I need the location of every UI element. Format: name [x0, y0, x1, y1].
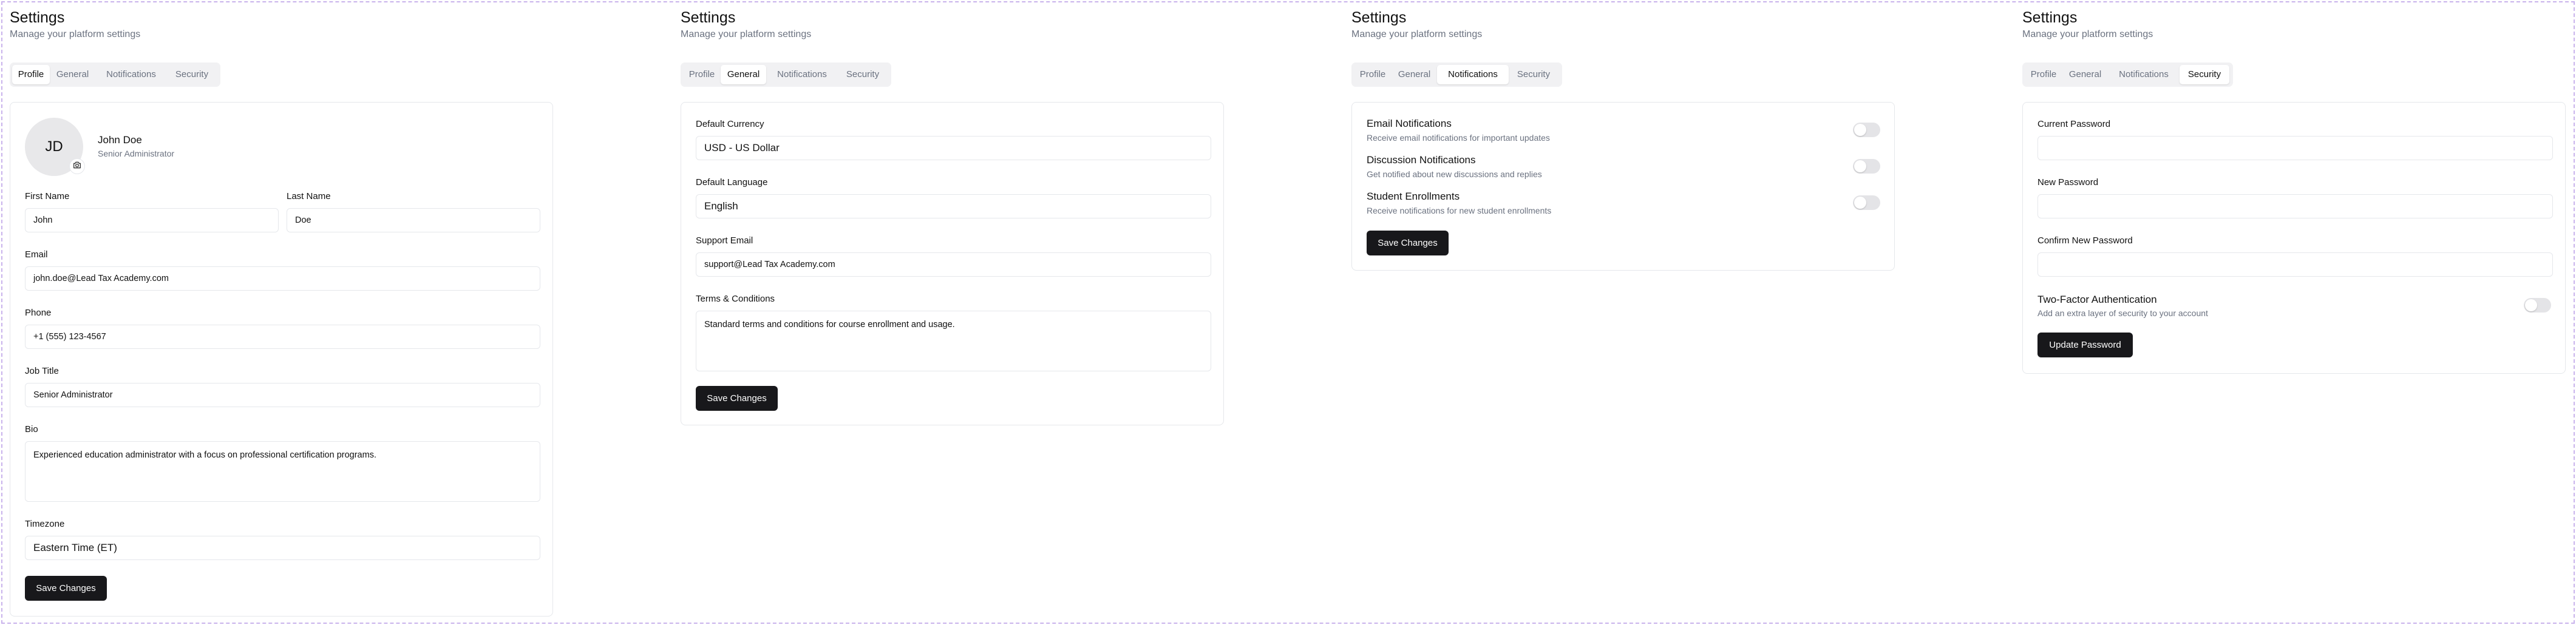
- page-subtitle: Manage your platform settings: [681, 29, 812, 39]
- new-password-field[interactable]: [2037, 194, 2553, 218]
- support-email-field[interactable]: support@Lead Tax Academy.com: [696, 252, 1211, 277]
- first-name-field[interactable]: John: [25, 208, 279, 232]
- email-notifications-toggle[interactable]: [1853, 123, 1880, 137]
- toggle-knob: [2525, 299, 2537, 311]
- first-name-label: First Name: [25, 191, 70, 201]
- tab-general[interactable]: General: [721, 65, 766, 84]
- avatar-upload-button[interactable]: [69, 158, 85, 174]
- tab-profile[interactable]: Profile: [12, 65, 50, 84]
- settings-tabs: Profile General Notifications Security: [2022, 62, 2233, 87]
- discussion-notifications-toggle[interactable]: [1853, 159, 1880, 174]
- timezone-label: Timezone: [25, 519, 65, 529]
- tab-security[interactable]: Security: [167, 65, 217, 84]
- terms-label: Terms & Conditions: [696, 294, 775, 304]
- settings-panel-general: Settings Manage your platform settings P…: [671, 0, 1314, 625]
- tab-security[interactable]: Security: [1509, 65, 1558, 84]
- email-notifications-title: Email Notifications: [1367, 118, 1452, 129]
- settings-panel-profile: Settings Manage your platform settings P…: [0, 0, 644, 625]
- profile-card: JD John Doe Senior Administrator First N…: [10, 102, 553, 617]
- tab-notifications[interactable]: Notifications: [1437, 65, 1509, 84]
- toggle-knob: [1854, 124, 1866, 136]
- profile-name: John Doe: [98, 134, 142, 146]
- tab-notifications[interactable]: Notifications: [2108, 65, 2180, 84]
- bio-textarea[interactable]: Experienced education administrator with…: [25, 441, 540, 502]
- default-currency-label: Default Currency: [696, 119, 764, 129]
- page-title: Settings: [10, 9, 65, 26]
- current-password-label: Current Password: [2037, 119, 2111, 129]
- support-email-label: Support Email: [696, 235, 753, 246]
- profile-role: Senior Administrator: [98, 149, 175, 158]
- settings-panel-notifications: Settings Manage your platform settings P…: [1342, 0, 1985, 625]
- page-title: Settings: [2022, 9, 2078, 26]
- save-changes-button[interactable]: Save Changes: [1367, 231, 1449, 255]
- page-subtitle: Manage your platform settings: [2022, 29, 2153, 39]
- tab-profile[interactable]: Profile: [1354, 65, 1392, 84]
- save-changes-button[interactable]: Save Changes: [25, 576, 107, 601]
- settings-tabs: Profile General Notifications Security: [1351, 62, 1562, 87]
- bio-label: Bio: [25, 424, 38, 434]
- student-enrollments-desc: Receive notifications for new student en…: [1367, 206, 1552, 215]
- toggle-knob: [1854, 160, 1866, 172]
- current-password-field[interactable]: [2037, 136, 2553, 160]
- two-factor-toggle[interactable]: [2524, 298, 2551, 312]
- timezone-select[interactable]: Eastern Time (ET): [25, 536, 540, 560]
- discussion-notifications-title: Discussion Notifications: [1367, 154, 1476, 166]
- settings-tabs: Profile General Notifications Security: [10, 62, 220, 87]
- tab-general[interactable]: General: [1392, 65, 1437, 84]
- terms-textarea[interactable]: Standard terms and conditions for course…: [696, 311, 1211, 371]
- last-name-label: Last Name: [287, 191, 331, 201]
- settings-tabs: Profile General Notifications Security: [681, 62, 891, 87]
- page-subtitle: Manage your platform settings: [10, 29, 141, 39]
- settings-panel-security: Settings Manage your platform settings P…: [2013, 0, 2576, 625]
- tab-security[interactable]: Security: [838, 65, 888, 84]
- general-card: Default Currency USD - US Dollar Default…: [681, 102, 1224, 425]
- page-title: Settings: [681, 9, 736, 26]
- camera-icon: [72, 160, 82, 173]
- tab-general[interactable]: General: [50, 65, 95, 84]
- toggle-knob: [1854, 197, 1866, 209]
- job-title-field[interactable]: Senior Administrator: [25, 383, 540, 407]
- default-language-label: Default Language: [696, 177, 768, 187]
- tab-profile[interactable]: Profile: [2025, 65, 2062, 84]
- page-title: Settings: [1351, 9, 1407, 26]
- email-field[interactable]: john.doe@Lead Tax Academy.com: [25, 266, 540, 291]
- tab-notifications[interactable]: Notifications: [95, 65, 167, 84]
- email-notifications-desc: Receive email notifications for importan…: [1367, 133, 1550, 143]
- tab-profile[interactable]: Profile: [683, 65, 721, 84]
- default-language-select[interactable]: English: [696, 194, 1211, 218]
- confirm-password-field[interactable]: [2037, 252, 2553, 277]
- two-factor-desc: Add an extra layer of security to your a…: [2037, 308, 2208, 318]
- two-factor-title: Two-Factor Authentication: [2037, 294, 2157, 305]
- job-title-label: Job Title: [25, 366, 59, 376]
- tab-security[interactable]: Security: [2180, 65, 2229, 84]
- tab-general[interactable]: General: [2062, 65, 2108, 84]
- default-currency-select[interactable]: USD - US Dollar: [696, 136, 1211, 160]
- phone-label: Phone: [25, 308, 52, 318]
- security-card: Current Password New Password Confirm Ne…: [2022, 102, 2566, 374]
- email-label: Email: [25, 249, 48, 260]
- update-password-button[interactable]: Update Password: [2037, 333, 2133, 357]
- notifications-card: Email Notifications Receive email notifi…: [1351, 102, 1895, 271]
- tab-notifications[interactable]: Notifications: [766, 65, 838, 84]
- student-enrollments-toggle[interactable]: [1853, 195, 1880, 210]
- student-enrollments-title: Student Enrollments: [1367, 191, 1460, 202]
- page-subtitle: Manage your platform settings: [1351, 29, 1483, 39]
- last-name-field[interactable]: Doe: [287, 208, 540, 232]
- new-password-label: New Password: [2037, 177, 2099, 187]
- phone-field[interactable]: +1 (555) 123-4567: [25, 325, 540, 349]
- save-changes-button[interactable]: Save Changes: [696, 386, 778, 411]
- discussion-notifications-desc: Get notified about new discussions and r…: [1367, 169, 1542, 179]
- confirm-password-label: Confirm New Password: [2037, 235, 2133, 246]
